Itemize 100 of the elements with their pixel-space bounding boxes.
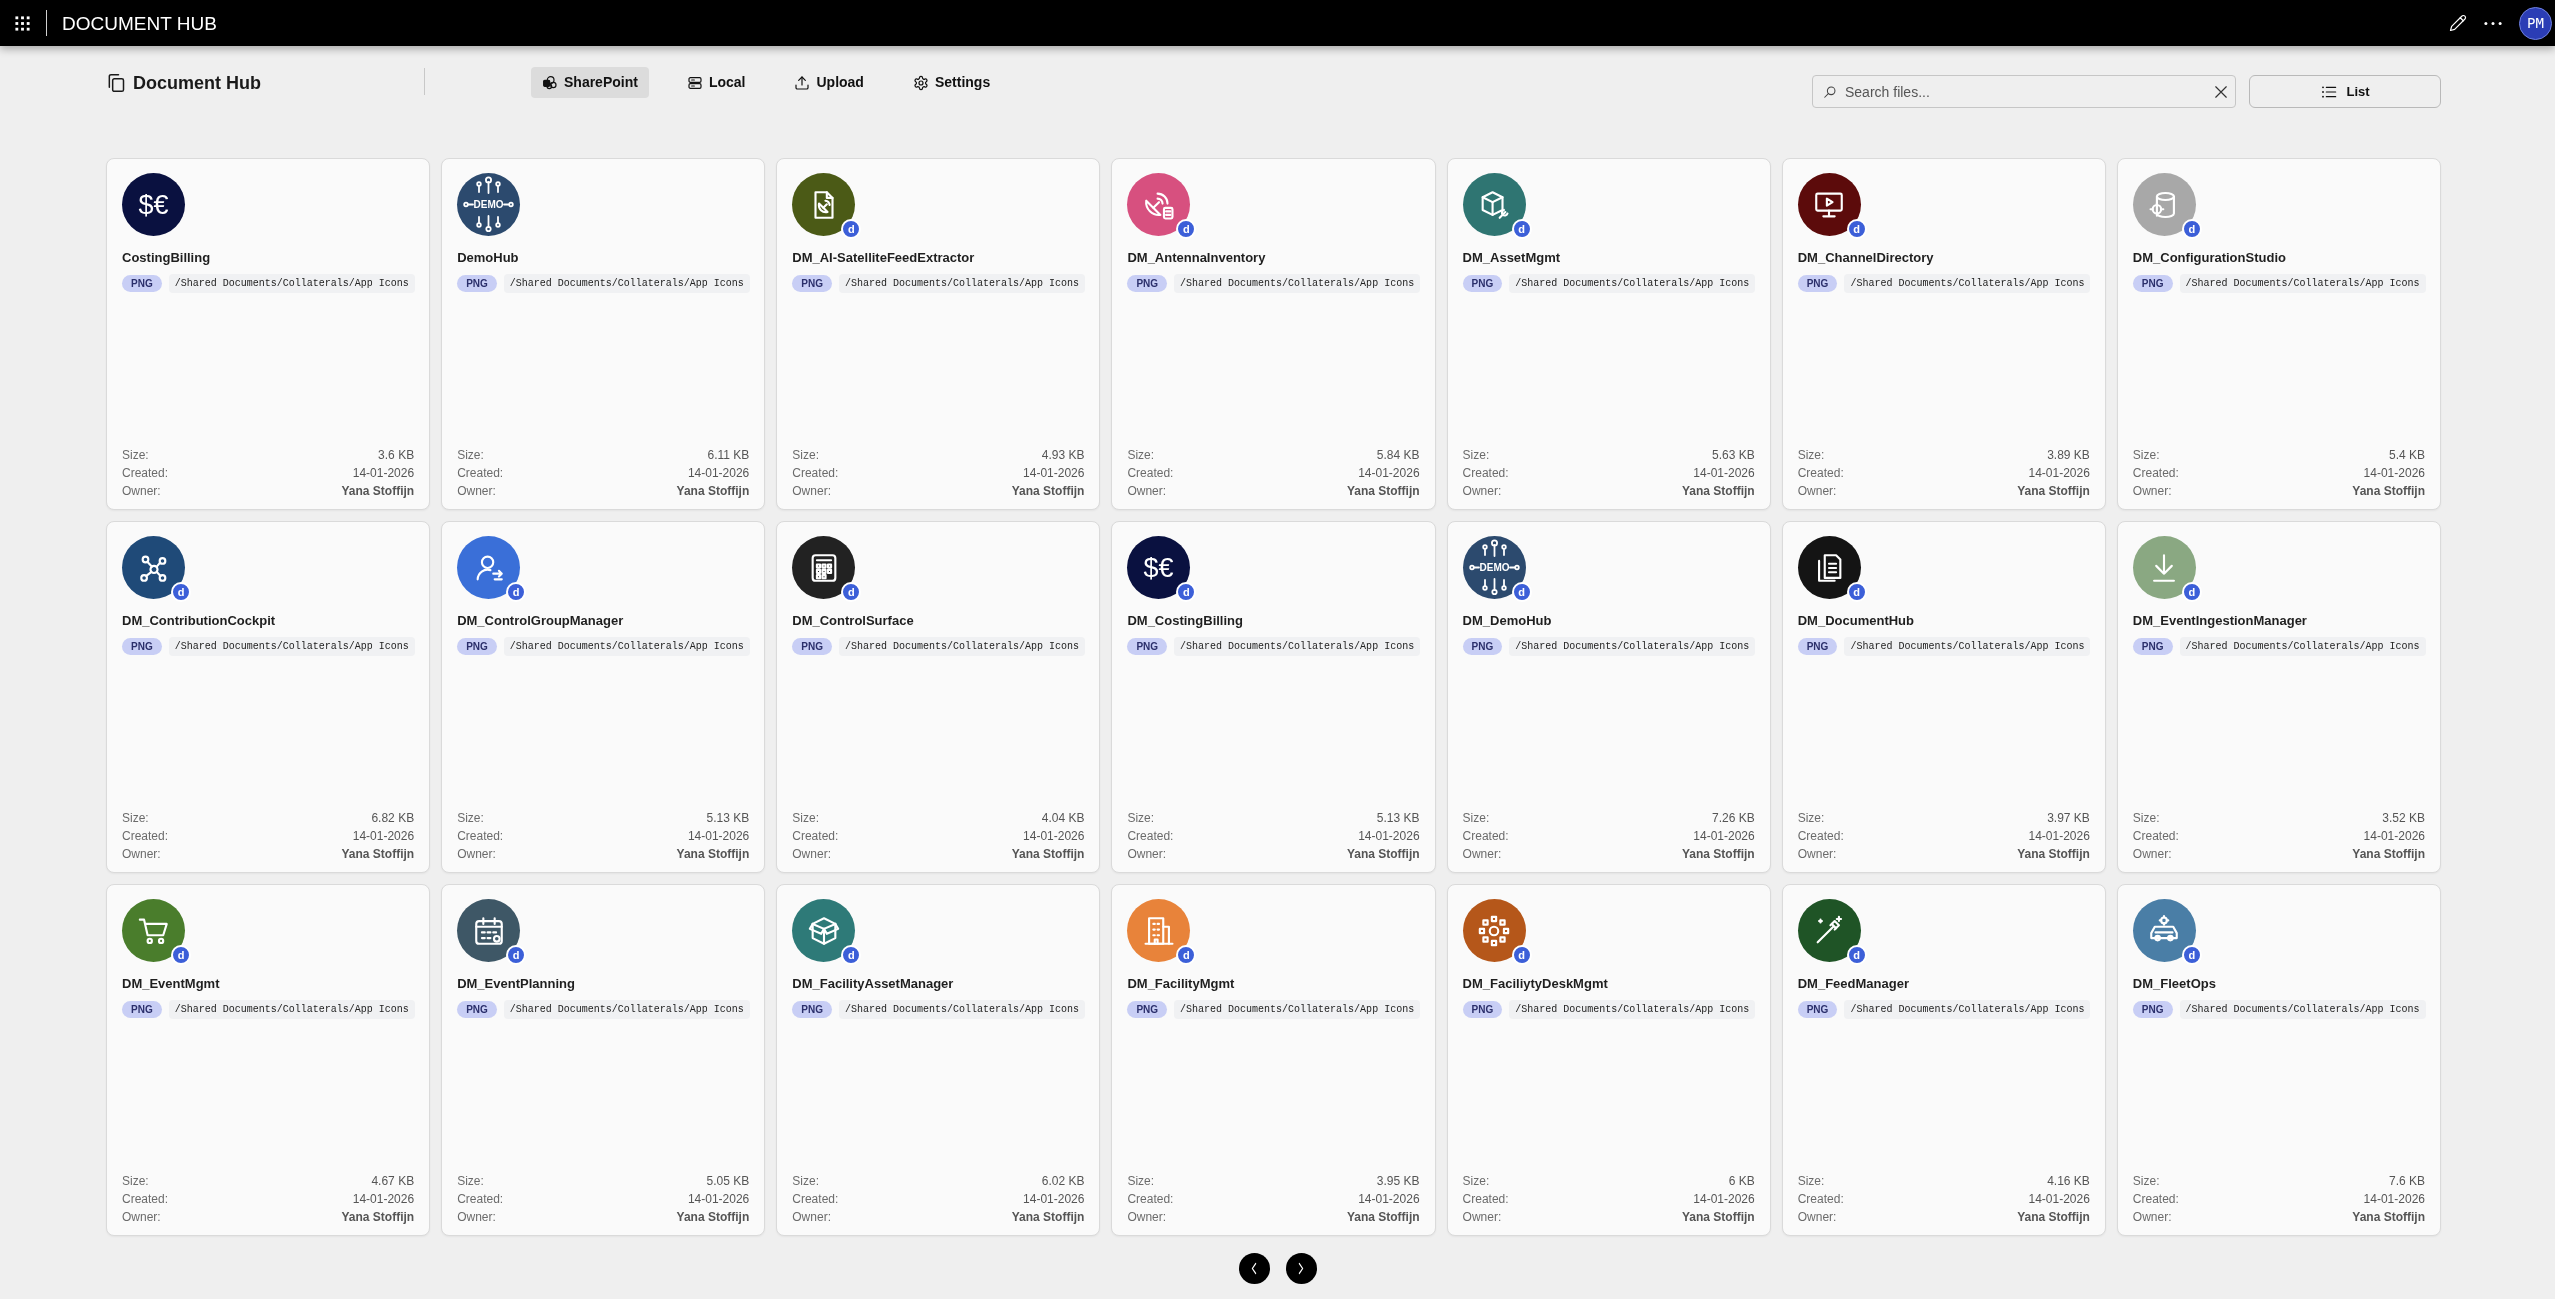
file-name: DM_ControlGroupManager: [457, 612, 625, 630]
file-card[interactable]: d DM_EventMgmt PNG /Shared Documents/Collaterals/App Icons Size: 4.67 KB Created: 14-01-2026 Owner: Yana Stoffijn: [106, 884, 431, 1236]
detail-label: Size:: [2132, 810, 2160, 827]
detail-label: Size:: [2132, 1173, 2160, 1190]
detail-label: Created:: [792, 828, 839, 845]
next-page-button[interactable]: [1285, 1253, 1317, 1284]
file-path: /Shared Documents/Collaterals/App Icons: [168, 274, 415, 293]
file-card[interactable]: d DM_FacilityMgmt PNG /Shared Documents/Collaterals/App Icons Size: 3.95 KB Created: 14-01-2026 Owner: Yana Stoffijn: [1111, 884, 1436, 1236]
file-card[interactable]: d DM_FacilityAssetManager PNG /Shared Documents/Collaterals/App Icons Size: 6.02 KB Created: 14-01-2026 Owner: Yana Stoffijn: [776, 884, 1101, 1236]
detail-value: 14-01-2026: [2028, 1191, 2090, 1208]
detail-label: Owner:: [2132, 1209, 2172, 1226]
file-card[interactable]: d DM_FeedManager PNG /Shared Documents/Collaterals/App Icons Size: 4.16 KB Created: 14-01-2026 Owner: Yana Stoffijn: [1781, 884, 2106, 1236]
file-card[interactable]: DEMO d DM_DemoHub PNG /Shared Documents/Collaterals/App Icons Size: 7.26 KB Created: 14-01-2026 Owner: Yana Stoffijn: [1446, 521, 1771, 873]
source-badge: d: [506, 582, 527, 602]
source-badge: d: [841, 219, 862, 239]
file-name: DM_FacilityMgmt: [1127, 975, 1236, 993]
previous-page-button[interactable]: [1238, 1253, 1270, 1284]
detail-label: Created:: [2132, 1191, 2179, 1208]
source-badge: d: [1176, 945, 1197, 965]
search-field[interactable]: Search files...: [1812, 75, 2236, 108]
file-card[interactable]: d DM_EventIngestionManager PNG /Shared Documents/Collaterals/App Icons Size: 3.52 KB Created: 14-01-2026 Owner: Yana Stoffijn: [2116, 521, 2441, 873]
detail-value: 4.04 KB: [1041, 810, 1085, 827]
detail-value: Yana Stoffijn: [2352, 1209, 2425, 1226]
detail-label: Owner:: [792, 483, 831, 500]
detail-value: Yana Stoffijn: [2017, 846, 2090, 863]
file-type-tag: PNG: [2132, 638, 2173, 655]
file-name: DM_DocumentHub: [1797, 612, 1915, 630]
file-card[interactable]: d DM_ChannelDirectory PNG /Shared Documents/Collaterals/App Icons Size: 3.89 KB Created: 14-01-2026 Owner: Yana Stoffijn: [1781, 158, 2106, 510]
file-type-tag: PNG: [792, 275, 832, 292]
chevron-right-icon: [1297, 1262, 1305, 1275]
file-type-tag: PNG: [1462, 638, 1503, 655]
detail-label: Size:: [792, 1173, 819, 1190]
file-card[interactable]: $€ d DM_CostingBilling PNG /Shared Documents/Collaterals/App Icons Size: 5.13 KB Created: 14-01-2026 Owner: Yana Stoffijn: [1111, 521, 1436, 873]
detail-value: 14-01-2026: [1023, 828, 1085, 845]
detail-value: 3.89 KB: [2047, 447, 2090, 464]
file-card[interactable]: d DM_FaciliytyDeskMgmt PNG /Shared Documents/Collaterals/App Icons Size: 6 KB Created: 14-01-2026 Owner: Yana Stoffijn: [1446, 884, 1771, 1236]
user-avatar[interactable]: PM: [2519, 6, 2552, 40]
app-title: DOCUMENT HUB: [62, 13, 217, 33]
file-card[interactable]: d DM_ControlSurface PNG /Shared Documents/Collaterals/App Icons Size: 4.04 KB Created: 14-01-2026 Owner: Yana Stoffijn: [776, 521, 1101, 873]
detail-label: Owner:: [792, 846, 831, 863]
detail-value: Yana Stoffijn: [676, 846, 750, 863]
file-card[interactable]: DEMO DemoHub PNG /Shared Documents/Collaterals/App Icons Size: 6.11 KB Created: 14-01-2026 Owner: Yana Stoffijn: [441, 158, 766, 510]
file-path: /Shared Documents/Collaterals/App Icons: [1174, 1000, 1421, 1019]
detail-label: Created:: [122, 828, 169, 845]
file-name: DM_CostingBilling: [1127, 612, 1244, 630]
detail-label: Size:: [1462, 447, 1490, 464]
detail-value: Yana Stoffijn: [676, 1209, 750, 1226]
file-name: CostingBilling: [122, 249, 212, 267]
detail-label: Size:: [1127, 447, 1155, 464]
file-name: DM_ContributionCockpit: [122, 612, 277, 630]
file-card[interactable]: d DM_ControlGroupManager PNG /Shared Documents/Collaterals/App Icons Size: 5.13 KB Created: 14-01-2026 Owner: Yana Stoffijn: [441, 521, 766, 873]
file-card[interactable]: d DM_ContributionCockpit PNG /Shared Documents/Collaterals/App Icons Size: 6.82 KB Created: 14-01-2026 Owner: Yana Stoffijn: [106, 521, 431, 873]
nav-tab[interactable]: Settings: [901, 67, 1002, 98]
list-view-button[interactable]: List: [2249, 75, 2441, 108]
detail-label: Owner:: [457, 483, 496, 500]
detail-label: Owner:: [1462, 1209, 1502, 1226]
detail-value: 3.6 KB: [378, 447, 415, 464]
file-path: /Shared Documents/Collaterals/App Icons: [2179, 1000, 2426, 1019]
detail-value: 14-01-2026: [1023, 465, 1085, 482]
source-badge: d: [1511, 582, 1532, 602]
file-name: DM_AntennaInventory: [1127, 249, 1267, 267]
detail-value: Yana Stoffijn: [1682, 483, 1755, 500]
source-badge: d: [841, 582, 862, 602]
file-card[interactable]: d DM_DocumentHub PNG /Shared Documents/Collaterals/App Icons Size: 3.97 KB Created: 14-01-2026 Owner: Yana Stoffijn: [1781, 521, 2106, 873]
file-path: /Shared Documents/Collaterals/App Icons: [503, 274, 750, 293]
file-name: DM_EventMgmt: [122, 975, 221, 993]
file-path: /Shared Documents/Collaterals/App Icons: [168, 1000, 415, 1019]
detail-value: 14-01-2026: [1358, 828, 1420, 845]
nav-tab[interactable]: Local: [675, 67, 757, 98]
file-card[interactable]: d DM_EventPlanning PNG /Shared Documents/Collaterals/App Icons Size: 5.05 KB Created: 14-01-2026 Owner: Yana Stoffijn: [441, 884, 766, 1236]
file-card[interactable]: d DM_AntennaInventory PNG /Shared Documents/Collaterals/App Icons Size: 5.84 KB Created: 14-01-2026 Owner: Yana Stoffijn: [1111, 158, 1436, 510]
app-launcher-icon[interactable]: [14, 14, 31, 32]
detail-value: 4.67 KB: [371, 1173, 415, 1190]
pencil-icon[interactable]: [2449, 14, 2467, 32]
file-card[interactable]: d DM_AssetMgmt PNG /Shared Documents/Collaterals/App Icons Size: 5.63 KB Created: 14-01-2026 Owner: Yana Stoffijn: [1446, 158, 1771, 510]
detail-label: Created:: [2132, 828, 2179, 845]
detail-label: Size:: [1797, 1173, 1825, 1190]
detail-label: Owner:: [1797, 846, 1837, 863]
source-badge: d: [1176, 219, 1197, 239]
detail-label: Owner:: [1797, 1209, 1837, 1226]
close-icon[interactable]: [2214, 85, 2228, 99]
nav-tab[interactable]: Upload: [783, 67, 875, 98]
file-type-tag: PNG: [1127, 275, 1168, 292]
file-type-tag: PNG: [792, 638, 832, 655]
file-card[interactable]: $€ CostingBilling PNG /Shared Documents/Collaterals/App Icons Size: 3.6 KB Created: 14-01-2026 Owner: Yana Stoffijn: [106, 158, 431, 510]
more-icon[interactable]: [2484, 20, 2502, 26]
file-type-tag: PNG: [122, 1001, 162, 1018]
file-card[interactable]: d DM_ConfigurationStudio PNG /Shared Documents/Collaterals/App Icons Size: 5.4 KB Created: 14-01-2026 Owner: Yana Stoffijn: [2116, 158, 2441, 510]
file-name: DM_DemoHub: [1462, 612, 1553, 630]
detail-label: Size:: [122, 447, 149, 464]
detail-value: 14-01-2026: [687, 465, 750, 482]
detail-label: Size:: [122, 810, 149, 827]
documents-icon: [106, 72, 126, 93]
detail-value: Yana Stoffijn: [1011, 846, 1085, 863]
file-path: /Shared Documents/Collaterals/App Icons: [168, 637, 415, 656]
file-card[interactable]: d DM_AI-SatelliteFeedExtractor PNG /Shared Documents/Collaterals/App Icons Size: 4.93 KB Created: 14-01-2026 Owner: Yana Stoffijn: [776, 158, 1101, 510]
detail-label: Size:: [457, 1173, 484, 1190]
file-card[interactable]: d DM_FleetOps PNG /Shared Documents/Collaterals/App Icons Size: 7.6 KB Created: 14-01-2026 Owner: Yana Stoffijn: [2116, 884, 2441, 1236]
detail-value: 14-01-2026: [2363, 828, 2425, 845]
nav-tab[interactable]: SharePoint: [531, 67, 649, 98]
